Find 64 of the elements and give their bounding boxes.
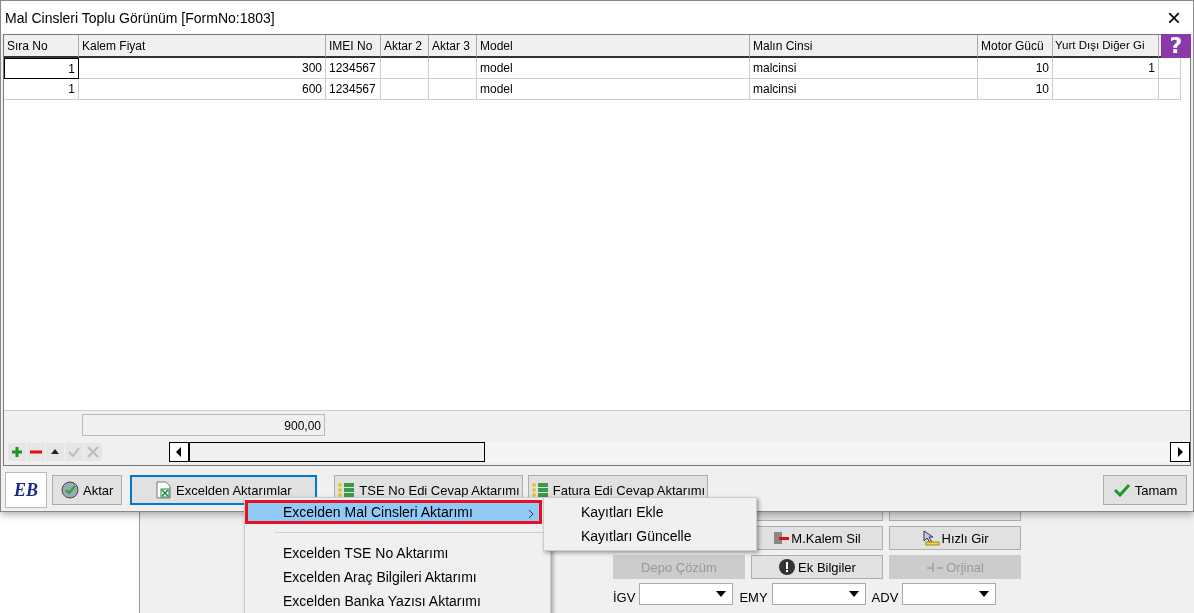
- ok-button[interactable]: Tamam: [1103, 475, 1187, 505]
- menu-item[interactable]: Excelden Mal Cinsleri Aktarımı: [245, 500, 542, 524]
- dropdown-field[interactable]: [902, 583, 997, 605]
- table-cell: [429, 79, 477, 100]
- column-header[interactable]: Aktar 2: [381, 35, 429, 58]
- table-cell: malcinsi: [750, 79, 978, 100]
- list-icon: [530, 482, 549, 498]
- toolbar-button[interactable]: Aktar: [52, 475, 123, 505]
- table-cell: 10: [978, 79, 1053, 100]
- check-icon[interactable]: [65, 443, 83, 461]
- add-icon[interactable]: [8, 443, 26, 461]
- table-cell: [381, 79, 429, 100]
- dropdown-field[interactable]: [639, 583, 734, 605]
- combo-label: İGV: [613, 590, 636, 605]
- column-header[interactable]: IMEI No: [326, 35, 381, 58]
- check-icon: [1112, 483, 1131, 497]
- dropdown-arrow-icon: [979, 591, 990, 597]
- table-cell: 1: [4, 79, 79, 100]
- column-header[interactable]: Model: [477, 35, 750, 58]
- table-cell: model: [477, 58, 750, 79]
- total-cell: 900,00: [82, 414, 325, 436]
- table-cell: model: [477, 79, 750, 100]
- close-button[interactable]: ×: [1159, 5, 1189, 30]
- menu-item[interactable]: Excelden Banka Yazısı Aktarımı: [245, 589, 542, 613]
- horizontal-scrollbar[interactable]: [169, 442, 1190, 462]
- table-cell: [381, 58, 429, 79]
- combo-label: ADV: [871, 590, 899, 605]
- table-cell: 1: [1053, 58, 1159, 79]
- menu-item[interactable]: Excelden Araç Bilgileri Aktarımı: [245, 565, 542, 589]
- remove-icon[interactable]: [27, 443, 45, 461]
- dropdown-arrow-icon: [848, 591, 859, 597]
- cursor-icon: [921, 530, 940, 546]
- form-button[interactable]: Hızlı Gir: [889, 526, 1021, 550]
- table-cell: 300: [79, 58, 326, 79]
- scroll-left-icon[interactable]: [169, 442, 189, 462]
- delete-icon: [773, 531, 790, 545]
- window-title: Mal Cinsleri Toplu Görünüm [FormNo:1803]: [5, 9, 275, 26]
- menu-item[interactable]: Excelden TSE No Aktarımı: [245, 541, 542, 565]
- table-cell: 600: [79, 79, 326, 100]
- scroll-right-icon[interactable]: [1170, 442, 1190, 462]
- alert-icon: [778, 558, 797, 576]
- column-header[interactable]: Sıra No: [4, 35, 79, 58]
- help-button[interactable]: ?: [1161, 34, 1191, 58]
- spreadsheet-icon: [156, 481, 173, 499]
- empty-cell: [1159, 79, 1181, 100]
- combo-label: EMY: [739, 590, 768, 605]
- column-header[interactable]: Malın Cinsi: [750, 35, 978, 58]
- table-cell: 1234567: [326, 79, 381, 100]
- list-icon: [337, 482, 356, 498]
- table-cell: 1234567: [326, 58, 381, 79]
- column-header[interactable]: Yurt Dışı Diğer Gi: [1053, 35, 1159, 58]
- dropdown-field[interactable]: [771, 583, 866, 605]
- dropdown-arrow-icon: [716, 591, 727, 597]
- table-cell: malcinsi: [750, 58, 978, 79]
- form-button[interactable]: Ek Bilgiler: [751, 555, 883, 579]
- column-header[interactable]: Aktar 3: [429, 35, 477, 58]
- scroll-thumb[interactable]: [189, 442, 485, 462]
- table-cell: [429, 58, 477, 79]
- table-cell: 10: [978, 58, 1053, 79]
- column-header[interactable]: Kalem Fiyat: [79, 35, 326, 58]
- column-header[interactable]: Motor Gücü: [978, 35, 1053, 58]
- table-cell: 1: [4, 58, 79, 79]
- globe-icon: [61, 481, 79, 499]
- app-logo[interactable]: EB: [5, 472, 47, 508]
